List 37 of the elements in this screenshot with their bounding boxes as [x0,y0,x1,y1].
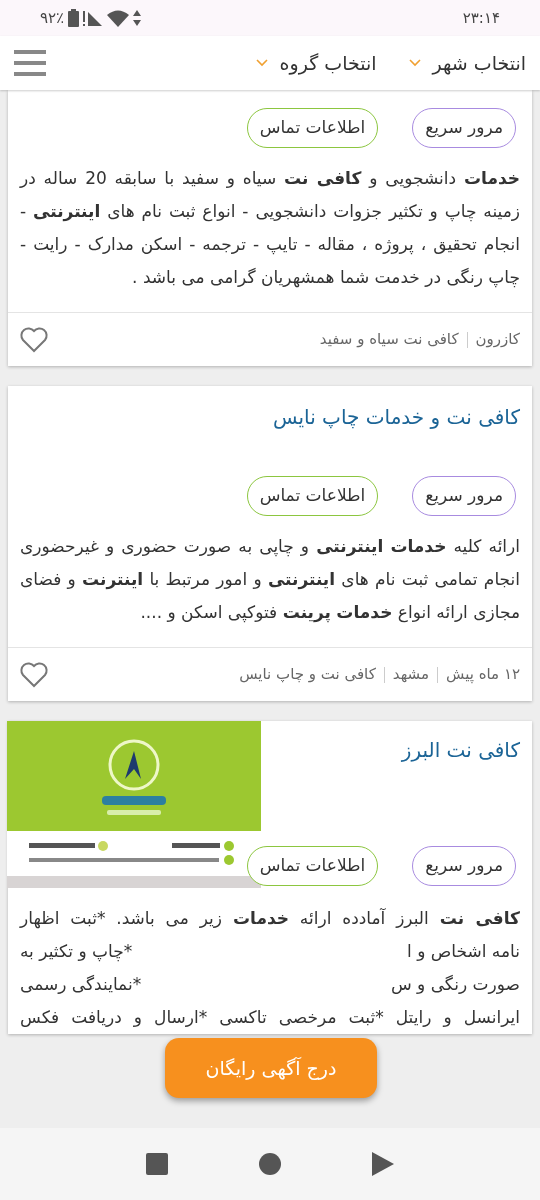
description-line: کافی نت البرز آمادده ارائه خدمات زیر می باشد. *ثبت اظهار [20,907,520,931]
data-arrows-icon [133,10,142,26]
clock-time: ۲۳:۱۴ [462,7,500,29]
action-button[interactable]: مرور سریع [412,476,516,516]
back-icon[interactable] [372,1152,395,1176]
meta-text: کافی نت سیاه و سفید [319,329,459,351]
filter-dropdown[interactable]: انتخاب شهر [408,48,526,78]
home-icon[interactable] [259,1153,281,1175]
battery-icon [68,9,80,27]
meta-text: ۱۲ ماه پیش [446,664,520,686]
meta-text: کازرون [475,329,520,351]
listing-description: ارائه کلیه خدمات اینترنتی و چاپی به صورت حضوری و غیرحضوری انجام تمامی ثبت نام های اینترنتی و امور مرتبط با اینترنت و فضای مجازی ارائه انواع خدمات پرینت فتوکپی اسکن و .... [20,535,520,625]
action-button[interactable]: مرور سریع [412,108,516,148]
battery-percent: ۹۲٪ [40,7,65,29]
listing-description: خدمات دانشجویی و کافی نت سیاه و سفید با سابقه 20 ساله در زمینه چاپ و تکثیر جزوات دانشجویی - انواع ثبت نام های اینترنتی - انجام تحقیق ، پروژه ، مقاله - تایپ - ترجمه - اسکن مدارک - رایت - چاپ رنگی در خدمت شما همشهریان گرامی می باشد . [20,167,520,290]
action-button[interactable]: مرور سریع [412,846,516,886]
recents-icon[interactable] [145,1153,168,1175]
menu-icon[interactable] [14,50,46,76]
description-line: *نمایندگی رسمی [20,973,142,996]
action-button[interactable]: اطلاعات تماس [246,846,379,886]
listing-title[interactable]: کافی نت و خدمات چاپ نایس [20,386,520,476]
description-line: ایرانسل و رایتل *ثبت مرخصی تاکسی *ارسال و دریافت فکس [20,1006,520,1029]
wifi-icon [107,9,130,27]
heart-icon[interactable] [20,661,48,688]
listing-title[interactable]: کافی نت البرز [246,735,520,765]
description-line: *چاپ و تکثیر به [20,940,133,964]
chevron-down-icon [255,59,268,67]
description-line: نامه اشخاص و ا [407,940,520,963]
description-line: صورت رنگی و س [390,973,520,996]
filter-dropdown[interactable]: انتخاب گروه [255,48,377,78]
no-signal-icon [83,9,104,27]
action-button[interactable]: اطلاعات تماس [246,108,379,148]
chevron-down-icon [408,59,421,67]
action-button[interactable]: اطلاعات تماس [246,476,379,516]
meta-text: مشهد [392,664,430,686]
meta-text: کافی نت و چاپ نایس [239,664,376,686]
heart-icon[interactable] [20,326,48,353]
